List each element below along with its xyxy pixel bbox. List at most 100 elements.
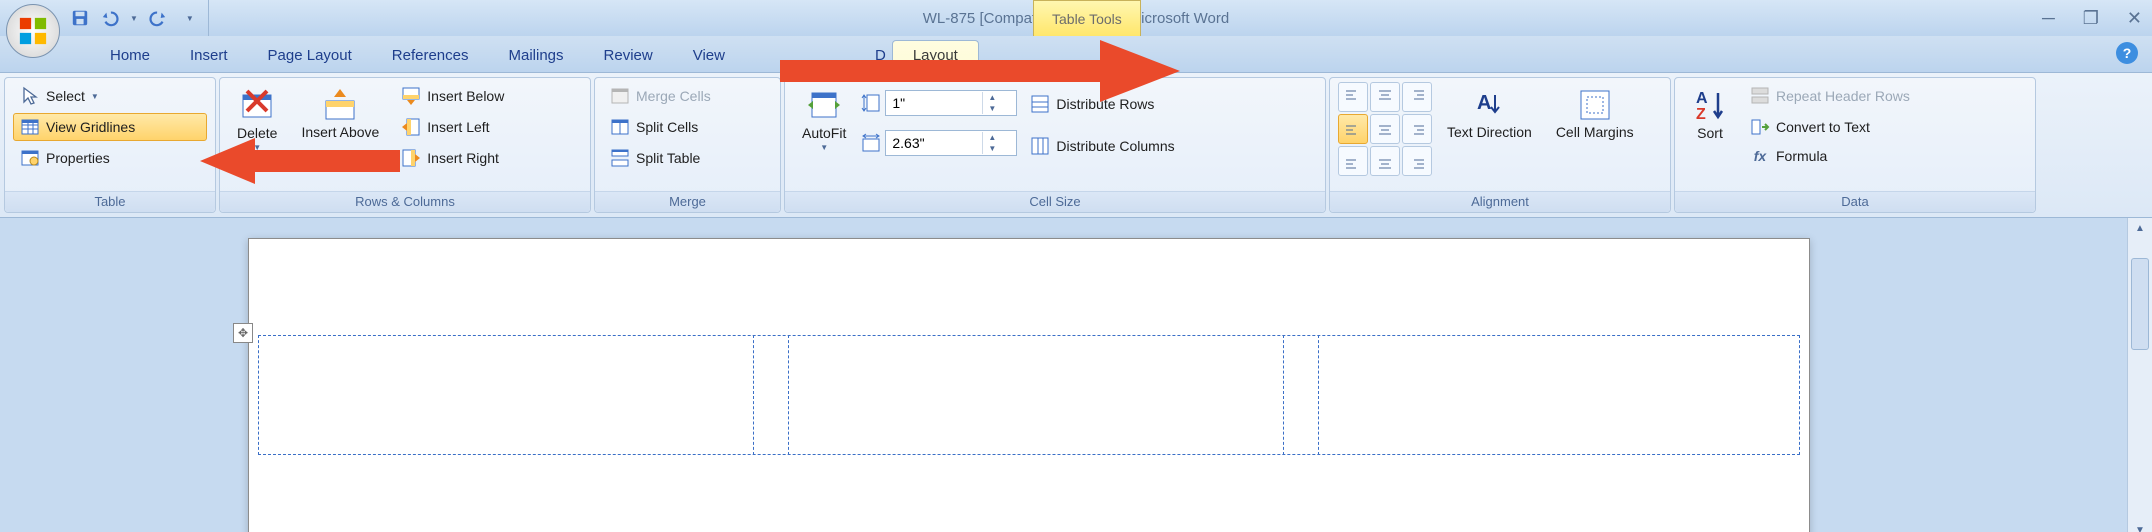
repeat-header-label: Repeat Header Rows	[1776, 88, 1910, 104]
scroll-up-icon[interactable]: ▲	[2128, 218, 2152, 240]
spin-up-icon[interactable]: ▲	[983, 92, 1001, 103]
tab-references[interactable]: References	[372, 41, 489, 72]
align-top-right[interactable]	[1402, 82, 1432, 112]
align-mid-right[interactable]	[1402, 114, 1432, 144]
distribute-rows-button[interactable]: Distribute Rows	[1023, 90, 1181, 118]
redo-icon[interactable]	[148, 8, 168, 28]
split-table-button[interactable]: Split Table	[603, 144, 772, 172]
formula-button[interactable]: fx Formula	[1743, 144, 1917, 168]
distribute-rows-icon	[1030, 94, 1050, 114]
insert-above-icon	[322, 87, 358, 123]
svg-text:A: A	[1696, 90, 1708, 107]
col-width-input[interactable]: ▲▼	[885, 130, 1017, 156]
repeat-header-rows-button[interactable]: Repeat Header Rows	[1743, 82, 1917, 110]
insert-left-button[interactable]: Insert Left	[394, 113, 511, 141]
tab-view[interactable]: View	[673, 41, 745, 72]
autofit-button[interactable]: AutoFit ▼	[793, 82, 855, 184]
undo-icon[interactable]	[100, 8, 120, 28]
office-button[interactable]	[6, 4, 60, 58]
group-merge-label: Merge	[595, 191, 780, 212]
convert-icon	[1750, 117, 1770, 137]
tab-insert[interactable]: Insert	[170, 41, 248, 72]
tab-layout[interactable]: Layout	[892, 40, 979, 72]
help-button[interactable]: ?	[2116, 42, 2138, 64]
convert-label: Convert to Text	[1776, 119, 1870, 135]
insert-above-label: Insert Above	[301, 125, 379, 140]
distribute-cols-icon	[1030, 136, 1050, 156]
autofit-icon	[806, 87, 842, 123]
align-mid-left[interactable]	[1338, 114, 1368, 144]
spin-down-icon[interactable]: ▼	[983, 103, 1001, 114]
svg-text:A: A	[1477, 92, 1491, 114]
group-data-label: Data	[1675, 191, 2035, 212]
split-cells-button[interactable]: Split Cells	[603, 113, 772, 141]
insert-right-button[interactable]: Insert Right	[394, 144, 511, 172]
save-icon[interactable]	[70, 8, 90, 28]
scroll-down-icon[interactable]: ▼	[2128, 520, 2152, 532]
row-height-field[interactable]	[886, 94, 982, 112]
properties-icon	[20, 148, 40, 168]
convert-to-text-button[interactable]: Convert to Text	[1743, 113, 1917, 141]
split-table-icon	[610, 148, 630, 168]
tab-mailings[interactable]: Mailings	[489, 41, 584, 72]
spin-down-icon[interactable]: ▼	[983, 143, 1001, 154]
tab-review[interactable]: Review	[584, 41, 673, 72]
select-button[interactable]: Select ▼	[13, 82, 207, 110]
page[interactable]: ✥	[248, 238, 1810, 532]
align-bot-left[interactable]	[1338, 146, 1368, 176]
merge-cells-icon	[610, 86, 630, 106]
align-top-left[interactable]	[1338, 82, 1368, 112]
align-bot-center[interactable]	[1370, 146, 1400, 176]
qat-customize-icon[interactable]: ▼	[186, 14, 194, 23]
merge-cells-button[interactable]: Merge Cells	[603, 82, 772, 110]
insert-below-label: Insert Below	[427, 88, 504, 104]
sort-button[interactable]: AZ Sort	[1683, 82, 1737, 184]
table-move-handle[interactable]: ✥	[233, 323, 253, 343]
undo-dropdown-icon[interactable]: ▼	[130, 14, 138, 23]
table[interactable]	[258, 335, 1800, 455]
quick-access-toolbar: ▼ ▼	[70, 0, 209, 36]
group-table-label: Table	[5, 191, 215, 212]
contextual-tab-tabletools: Table Tools	[1033, 0, 1141, 37]
properties-button[interactable]: Properties	[13, 144, 207, 172]
tab-home[interactable]: Home	[90, 41, 170, 72]
close-button[interactable]: ✕	[2127, 8, 2142, 29]
text-direction-label: Text Direction	[1447, 125, 1532, 140]
tab-page-layout[interactable]: Page Layout	[248, 41, 372, 72]
align-bot-right[interactable]	[1402, 146, 1432, 176]
chevron-down-icon: ▼	[820, 143, 828, 152]
sort-icon: AZ	[1692, 87, 1728, 123]
insert-below-icon	[401, 86, 421, 106]
office-logo-icon	[18, 16, 48, 46]
insert-below-button[interactable]: Insert Below	[394, 82, 511, 110]
distribute-columns-button[interactable]: Distribute Columns	[1023, 132, 1181, 160]
text-direction-button[interactable]: A Text Direction	[1438, 82, 1541, 184]
insert-above-button[interactable]: Insert Above	[292, 82, 388, 184]
title-bar: ▼ ▼ WL-875 [Compatibility Mode] - Micros…	[0, 0, 2152, 36]
align-mid-center[interactable]	[1370, 114, 1400, 144]
vertical-scrollbar[interactable]: ▲ ▼	[2127, 218, 2152, 532]
spin-up-icon[interactable]: ▲	[983, 132, 1001, 143]
svg-text:Z: Z	[1696, 106, 1706, 123]
group-rows-columns: Delete ▼ Insert Above Insert Below Inser…	[219, 77, 591, 213]
sort-label: Sort	[1697, 125, 1723, 141]
delete-button[interactable]: Delete ▼	[228, 82, 286, 184]
minimize-button[interactable]: ─	[2042, 8, 2055, 29]
gridlines-icon	[20, 117, 40, 137]
row-height-input[interactable]: ▲▼	[885, 90, 1017, 116]
restore-button[interactable]: ❐	[2083, 8, 2099, 29]
view-gridlines-button[interactable]: View Gridlines	[13, 113, 207, 141]
align-top-center[interactable]	[1370, 82, 1400, 112]
group-cellsize-label: Cell Size	[785, 191, 1325, 212]
delete-icon	[239, 87, 275, 123]
insert-right-icon	[401, 148, 421, 168]
group-alignment-label: Alignment	[1330, 191, 1670, 212]
cell-margins-button[interactable]: Cell Margins	[1547, 82, 1643, 184]
col-width-field[interactable]	[886, 134, 982, 152]
tab-design[interactable]: D	[855, 41, 892, 72]
formula-label: Formula	[1776, 148, 1827, 164]
group-table: Select ▼ View Gridlines Properties Table	[4, 77, 216, 213]
scrollbar-thumb[interactable]	[2131, 258, 2149, 350]
insert-left-icon	[401, 117, 421, 137]
insert-left-label: Insert Left	[427, 119, 489, 135]
